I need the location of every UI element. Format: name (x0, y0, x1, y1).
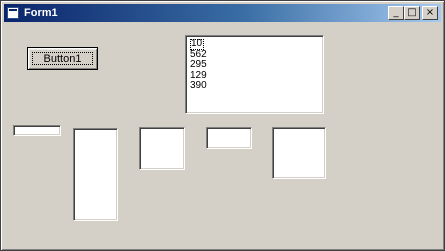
button1[interactable]: Button1 (27, 47, 98, 70)
minimize-button[interactable]: _ (388, 6, 404, 20)
list-item[interactable]: 562 (190, 49, 319, 61)
list-item[interactable]: 390 (190, 80, 319, 92)
large-square-textbox[interactable] (272, 127, 326, 179)
maximize-icon: □ (407, 7, 417, 18)
focus-rect (32, 52, 93, 65)
title-bar[interactable]: Form1 _ □ × (4, 4, 441, 22)
list-item[interactable]: 10 (190, 39, 204, 50)
close-button[interactable]: × (422, 6, 438, 20)
tall-textbox[interactable] (73, 128, 118, 221)
window-title: Form1 (24, 7, 58, 19)
small-textbox[interactable] (13, 125, 61, 136)
minimize-icon: _ (393, 7, 399, 18)
short-textbox[interactable] (206, 127, 252, 149)
list-item[interactable]: 295 (190, 59, 319, 71)
form-window: Form1 _ □ × Button1 10 562 295 129 390 (0, 0, 445, 251)
list-item[interactable]: 129 (190, 70, 319, 82)
square-textbox[interactable] (139, 127, 185, 170)
maximize-button[interactable]: □ (404, 6, 420, 20)
listbox-items: 10 562 295 129 390 (190, 39, 319, 92)
close-icon: × (425, 7, 435, 18)
listbox[interactable]: 10 562 295 129 390 (185, 35, 324, 114)
form-icon[interactable] (7, 7, 19, 19)
